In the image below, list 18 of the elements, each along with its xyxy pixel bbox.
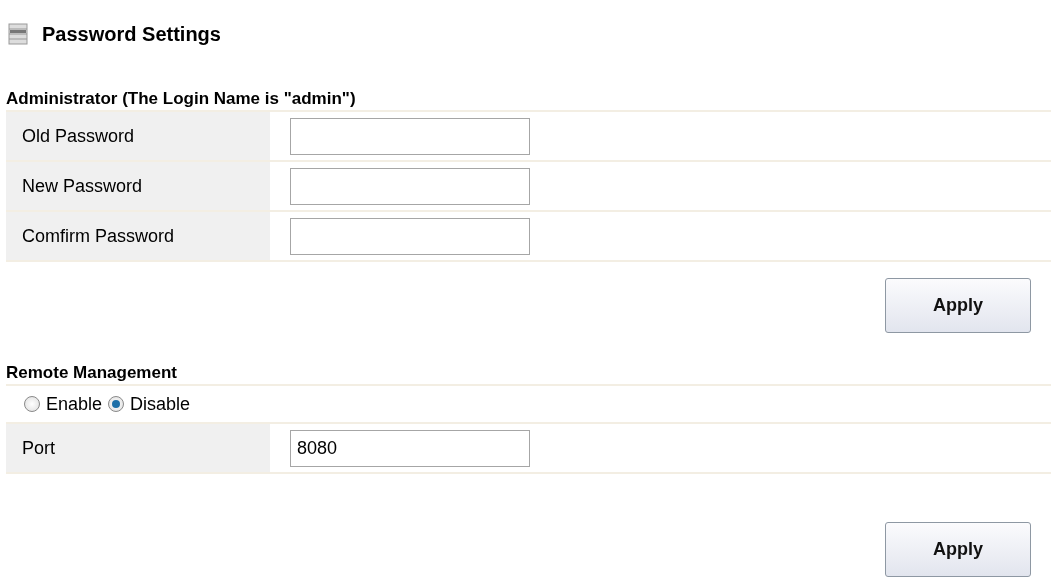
field-label: Port: [6, 423, 270, 473]
apply-button[interactable]: Apply: [885, 522, 1031, 577]
field-label: New Password: [6, 161, 270, 211]
radio-label: Disable: [130, 393, 191, 415]
server-icon: [8, 23, 28, 45]
section-heading: Remote Management: [6, 363, 178, 384]
radio-label: Enable: [46, 393, 103, 415]
input-field[interactable]: [290, 117, 530, 155]
field-label: Old Password: [6, 111, 270, 161]
field-label: Comfirm Password: [6, 211, 270, 261]
radio-button[interactable]: [24, 396, 40, 413]
radio-button[interactable]: [108, 396, 125, 413]
section-heading: Administrator (The Login Name is "admin"): [6, 89, 357, 110]
apply-button[interactable]: Apply: [885, 278, 1031, 333]
input-field[interactable]: [290, 217, 530, 255]
input-field[interactable]: 8080: [290, 429, 530, 467]
page-title: Password Settings: [42, 22, 221, 46]
input-field[interactable]: [290, 167, 530, 205]
